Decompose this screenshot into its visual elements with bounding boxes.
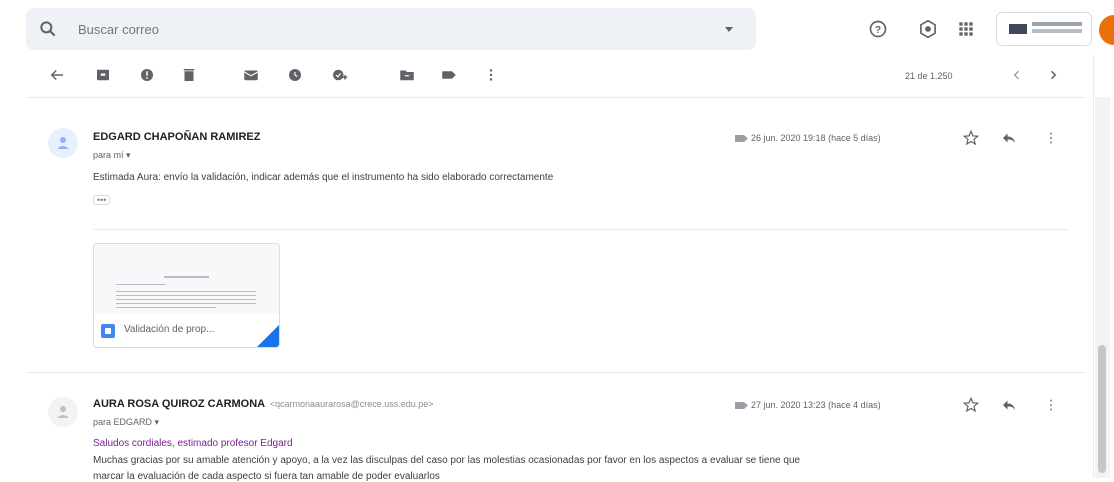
page-fold-corner <box>257 325 279 347</box>
recipient-dropdown[interactable]: para mí ▾ <box>93 150 131 161</box>
apps-grid-icon[interactable] <box>956 19 976 39</box>
chevron-left-icon[interactable] <box>1008 66 1026 84</box>
message-greeting: Saludos cordiales, estimado profesor Edg… <box>93 438 293 449</box>
attachment-divider <box>93 229 1068 230</box>
star-icon[interactable] <box>962 396 980 414</box>
side-divider <box>1093 55 1094 478</box>
recipient-label: para EDGARD <box>93 417 153 427</box>
svg-text:?: ? <box>875 25 881 36</box>
preview-line <box>116 291 256 292</box>
caret-down-icon: ▾ <box>126 150 131 160</box>
label-tag-icon <box>735 402 748 409</box>
logo-text-line <box>1032 22 1082 26</box>
preview-line <box>164 276 209 278</box>
message-body-line: Muchas gracias por su amable atención y … <box>93 455 801 466</box>
attachment-name: Validación de prop... <box>124 324 215 335</box>
snooze-icon[interactable] <box>286 66 304 84</box>
help-icon[interactable]: ? <box>868 19 888 39</box>
preview-line <box>116 299 256 300</box>
report-spam-icon[interactable] <box>138 66 156 84</box>
preview-line <box>116 307 216 308</box>
reply-icon[interactable] <box>1000 129 1018 147</box>
message-date: 27 jun. 2020 13:23 (hace 4 días) <box>751 400 881 410</box>
archive-icon[interactable] <box>94 66 112 84</box>
caret-down-icon[interactable] <box>723 23 735 35</box>
avatar <box>48 397 78 427</box>
docs-icon <box>101 324 115 338</box>
pagination-count: 21 de 1.250 <box>905 71 953 81</box>
person-icon <box>57 406 69 418</box>
preview-line <box>116 303 256 304</box>
attachment-card[interactable]: Validación de prop... <box>93 243 280 348</box>
recipient-dropdown[interactable]: para EDGARD ▾ <box>93 417 159 428</box>
caret-down-icon: ▾ <box>154 417 160 427</box>
logo-text-line <box>1032 29 1082 33</box>
message-body: Estimada Aura: envío la validación, indi… <box>93 172 554 183</box>
label-icon[interactable] <box>440 66 458 84</box>
scrollbar-thumb[interactable] <box>1098 345 1106 473</box>
message-date: 26 jun. 2020 19:18 (hace 5 días) <box>751 133 881 143</box>
sender-name[interactable]: AURA ROSA QUIROZ CARMONA <qcarmonaauraro… <box>93 398 434 410</box>
recipient-label: para mí <box>93 150 124 160</box>
sender-name-text: AURA ROSA QUIROZ CARMONA <box>93 398 265 410</box>
show-trimmed-button[interactable]: ••• <box>93 195 111 205</box>
avatar <box>48 128 78 158</box>
settings-icon[interactable] <box>918 19 938 39</box>
logo-mark <box>1009 24 1027 34</box>
chevron-right-icon[interactable] <box>1044 66 1062 84</box>
message-divider <box>26 372 1086 373</box>
sender-name[interactable]: EDGARD CHAPOÑAN RAMIREZ <box>93 131 260 143</box>
toolbar-divider <box>26 97 1086 98</box>
move-to-icon[interactable] <box>398 66 416 84</box>
attachment-footer: Validación de prop... <box>94 318 279 347</box>
more-vert-icon[interactable] <box>1042 129 1060 147</box>
institution-logo[interactable] <box>996 12 1092 46</box>
add-task-icon[interactable] <box>330 66 348 84</box>
person-icon <box>57 137 69 149</box>
label-tag-icon <box>735 135 748 142</box>
attachment-preview <box>94 244 279 314</box>
more-vert-icon[interactable] <box>482 66 500 84</box>
search-bar[interactable] <box>26 8 756 50</box>
reply-icon[interactable] <box>1000 396 1018 414</box>
search-input[interactable] <box>78 19 678 39</box>
search-icon[interactable] <box>38 19 58 39</box>
account-avatar[interactable] <box>1099 15 1114 45</box>
preview-line <box>116 295 256 296</box>
scrollbar[interactable] <box>1095 97 1110 478</box>
mark-unread-icon[interactable] <box>242 66 260 84</box>
back-arrow-icon[interactable] <box>48 66 66 84</box>
sender-email: <qcarmonaaurarosa@crece.uss.edu.pe> <box>269 399 434 409</box>
star-icon[interactable] <box>962 129 980 147</box>
delete-icon[interactable] <box>180 66 198 84</box>
message-body-line: marcar la evaluación de cada aspecto si … <box>93 471 440 482</box>
preview-line <box>116 284 166 285</box>
more-vert-icon[interactable] <box>1042 396 1060 414</box>
